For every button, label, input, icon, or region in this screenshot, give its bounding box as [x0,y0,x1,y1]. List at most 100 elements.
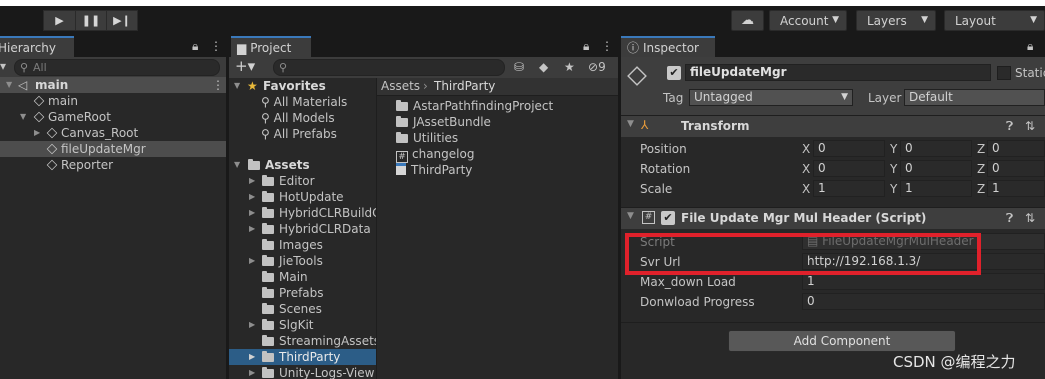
object-name-field[interactable]: fileUpdateMgr [685,64,991,81]
tree-item[interactable]: Images [229,237,376,253]
expand-arrow-icon: ▶ [249,192,256,201]
folder-icon [262,191,274,202]
favorites-header[interactable]: ▼ ★ Favorites [229,78,376,94]
progress-field[interactable]: 0 [802,293,1045,310]
rotation-y-field[interactable]: 0 [900,160,972,177]
folder-icon [262,319,274,330]
info-icon: ⓘ [627,41,640,55]
tree-item[interactable]: ▶ HybridCLRBuildC [229,205,376,221]
divider [621,322,1045,323]
folder-label: Prefabs [279,286,324,300]
help-icon[interactable]: ❓︎ [1006,119,1013,134]
tab-hierarchy[interactable]: Hierarchy [0,36,74,57]
more-options-icon[interactable]: ⋮ [210,39,222,53]
scale-y-field[interactable]: 1 [900,180,972,197]
tree-item-selected[interactable]: ▶ ThirdParty [229,349,376,365]
lock-icon[interactable]: 🔒︎ [192,39,198,54]
breadcrumb-root[interactable]: Assets [381,79,420,93]
list-item[interactable]: ThirdParty [396,162,472,178]
splitter[interactable] [618,36,621,379]
active-checkbox[interactable]: ✔ [667,66,681,80]
max-down-field[interactable]: 1 [802,273,1045,290]
tab-project[interactable]: ▆ Project [231,36,311,57]
position-z-field[interactable]: 0 [987,140,1045,157]
more-options-icon[interactable]: ⋮ [601,39,613,53]
tree-item[interactable]: Scenes [229,301,376,317]
list-item[interactable]: fileUpdateMgr [0,141,226,157]
hierarchy-search-input[interactable]: ⚲ All [14,59,220,76]
list-item[interactable]: Utilities [396,130,458,146]
more-options-icon[interactable]: ⋮ [212,77,224,93]
tag-dropdown[interactable]: Untagged ▼ [689,89,853,106]
transform-header[interactable]: ▼ ⅄ Transform ❓︎ ⇅ [621,115,1045,137]
tab-inspector[interactable]: ⓘ Inspector [621,36,715,57]
list-item[interactable]: main [0,93,226,109]
tree-item[interactable]: Main [229,269,376,285]
position-x-field[interactable]: 0 [813,140,885,157]
list-item[interactable]: ⚲ All Prefabs [261,126,337,142]
project-search-input[interactable]: ⚲ [273,59,505,76]
favorite-star-icon[interactable]: ★ [564,60,575,74]
tree-item[interactable]: ▶ JieTools [229,253,376,269]
scene-row[interactable]: ▼ ◁ main ⋮ [0,77,226,93]
watermark: CSDN @编程之力 [893,353,1016,371]
step-button[interactable]: ▶❙ [106,11,137,30]
pause-button[interactable]: ❚❚ [75,11,106,30]
play-button[interactable]: ▶ [44,11,75,30]
scale-x-field[interactable]: 1 [813,180,885,197]
step-icon: ▶❙ [113,14,131,27]
tree-item[interactable]: StreamingAssets [229,333,376,349]
lock-icon[interactable]: 🔒︎ [1027,39,1033,54]
layer-dropdown[interactable]: Default [904,89,1045,106]
lock-icon[interactable]: 🔒︎ [583,39,589,54]
cloud-icon: ☁ [741,13,754,28]
filter-by-type-icon[interactable]: ⛁ [514,60,524,74]
breadcrumb-current[interactable]: ThirdParty [434,79,495,93]
static-checkbox[interactable] [997,66,1011,80]
inspector-tab-label: Inspector [643,40,699,55]
scale-z-field[interactable]: 1 [987,180,1045,197]
tree-item[interactable]: ▶ HybridCLRData [229,221,376,237]
layers-dropdown[interactable]: Layers ▼ [856,10,936,31]
list-item[interactable]: ⚲ All Materials [261,94,347,110]
script-component-header[interactable]: ▼ # ✔ File Update Mgr Mul Header (Script… [621,207,1045,229]
position-y-field[interactable]: 0 [900,140,972,157]
splitter[interactable] [226,36,229,379]
field-value: 0 [818,141,826,155]
gameobject-icon [46,143,58,155]
settings-icon[interactable]: ⇅ [1025,119,1035,133]
tree-item[interactable]: Prefabs [229,285,376,301]
add-icon[interactable]: ▾ [0,59,6,73]
scale-label: Scale [640,182,673,196]
list-item[interactable]: JAssetBundle [396,114,491,130]
rotation-z-field[interactable]: 0 [987,160,1045,177]
assets-header[interactable]: ▼ Assets [229,157,376,173]
filter-by-label-icon[interactable]: ◆ [539,60,548,74]
field-value: 1 [818,181,826,195]
help-icon[interactable]: ❓︎ [1006,211,1013,226]
component-enabled-checkbox[interactable]: ✔ [661,211,675,225]
list-item[interactable]: # changelog [396,146,474,163]
create-button[interactable]: +▾ [235,57,255,75]
tree-item[interactable]: ▶ Unity-Logs-View [229,365,376,379]
project-tab-label: Project [250,40,292,55]
list-item[interactable]: ▶ Canvas_Root [0,125,226,141]
list-item[interactable]: ▼ GameRoot [0,109,226,125]
cloud-button[interactable]: ☁ [731,10,764,31]
hidden-packages-icon[interactable]: ⊘9 [588,60,606,74]
list-item[interactable]: Reporter [0,157,226,173]
tree-item[interactable]: ▶ Editor [229,173,376,189]
list-item[interactable]: AstarPathfindingProject [396,98,553,114]
add-component-button[interactable]: Add Component [728,330,956,352]
list-item[interactable]: ⚲ All Models [261,110,335,126]
rotation-x-field[interactable]: 0 [813,160,885,177]
splitter[interactable] [376,78,377,379]
fold-arrow-icon: ▼ [627,211,634,221]
layout-dropdown[interactable]: Layout ▼ [944,10,1045,31]
tree-item[interactable]: ▶ SlgKit [229,317,376,333]
tag-label: Tag [663,91,684,105]
tree-item[interactable]: ▶ HotUpdate [229,189,376,205]
text-file-icon [396,163,406,175]
account-dropdown[interactable]: Account ▼ [769,10,847,31]
settings-icon[interactable]: ⇅ [1025,211,1035,225]
